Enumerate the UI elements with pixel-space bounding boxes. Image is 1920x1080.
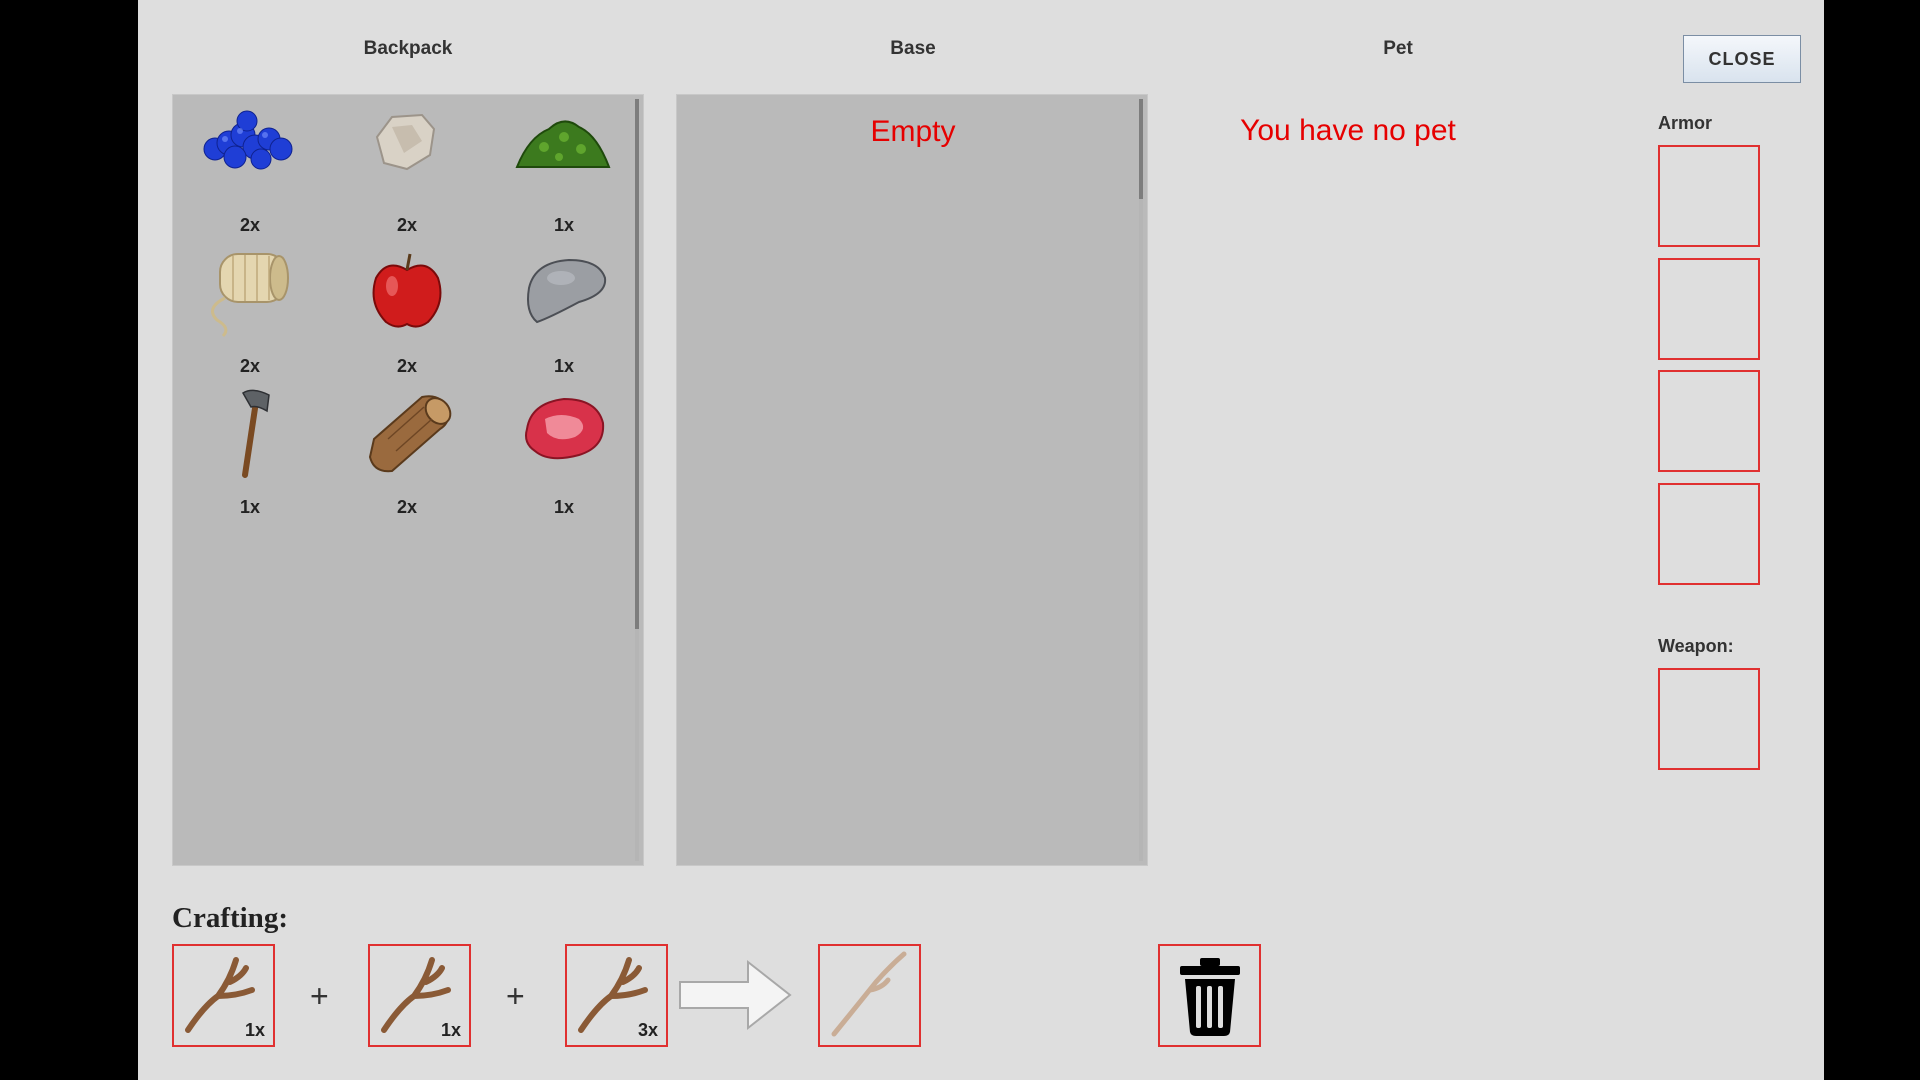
weapon-slot[interactable] xyxy=(1658,668,1760,770)
crafting-ingredient-slot-2[interactable]: 1x xyxy=(368,944,471,1047)
backpack-item-log[interactable]: 2x xyxy=(332,389,482,519)
item-qty: 2x xyxy=(239,215,261,235)
rope-spool-icon xyxy=(211,253,289,338)
backpack-item-apple[interactable]: 2x xyxy=(332,248,482,378)
blueberries-icon xyxy=(203,110,293,170)
stone-icon xyxy=(527,258,607,324)
arrow-right-icon xyxy=(679,959,792,1031)
base-panel[interactable]: Empty xyxy=(676,94,1148,866)
weapon-label: Weapon: xyxy=(1658,636,1734,656)
base-scrollbar[interactable] xyxy=(1139,99,1143,861)
backpack-scrollbar[interactable] xyxy=(635,99,639,861)
trash-icon xyxy=(1180,958,1240,1036)
inventory-window: Backpack Base Pet CLOSE 2x 2x 1x 2x 2x 1… xyxy=(138,0,1824,1080)
pet-title: Pet xyxy=(1383,38,1413,59)
base-title: Base xyxy=(890,38,936,59)
item-qty: 1x xyxy=(553,497,575,517)
item-qty: 2x xyxy=(396,497,418,517)
armor-slot-legs[interactable] xyxy=(1658,370,1760,472)
item-qty: 2x xyxy=(396,215,418,235)
backpack-title: Backpack xyxy=(363,38,453,59)
backpack-item-blueberries[interactable]: 2x xyxy=(175,107,325,237)
backpack-item-stone[interactable]: 1x xyxy=(489,248,639,378)
ingredient-qty: 3x xyxy=(637,1020,658,1040)
item-qty: 2x xyxy=(396,356,418,376)
base-scroll-thumb[interactable] xyxy=(1139,99,1143,199)
apple-icon xyxy=(372,253,442,328)
armor-label: Armor xyxy=(1658,113,1713,133)
pet-empty-message: You have no pet xyxy=(1240,114,1456,147)
flint-stone-icon xyxy=(375,113,436,171)
stick-icon xyxy=(831,951,907,1037)
backpack-item-axe[interactable]: 1x xyxy=(175,389,325,519)
ingredient-qty: 1x xyxy=(244,1020,265,1040)
plus-sign: + xyxy=(506,978,525,1014)
plus-sign: + xyxy=(310,978,329,1014)
wood-log-icon xyxy=(368,395,452,473)
armor-slot-feet[interactable] xyxy=(1658,483,1760,585)
item-qty: 1x xyxy=(239,497,261,517)
backpack-panel[interactable]: 2x 2x 1x 2x 2x 1x 1x 2x 1x xyxy=(172,94,644,866)
ingredient-qty: 1x xyxy=(440,1020,461,1040)
item-qty: 1x xyxy=(553,356,575,376)
item-qty: 2x xyxy=(239,356,261,376)
backpack-item-rope[interactable]: 2x xyxy=(175,248,325,378)
backpack-item-flint[interactable]: 2x xyxy=(332,107,482,237)
axe-icon xyxy=(241,389,270,478)
trash-button[interactable] xyxy=(1158,944,1261,1047)
armor-slot-chest[interactable] xyxy=(1658,258,1760,360)
crafting-ingredient-slot-3[interactable]: 3x xyxy=(565,944,668,1047)
backpack-scroll-thumb[interactable] xyxy=(635,99,639,629)
leaves-icon xyxy=(515,120,611,168)
crafting-title: Crafting: xyxy=(172,902,288,934)
backpack-item-leaves[interactable]: 1x xyxy=(489,107,639,237)
backpack-item-meat[interactable]: 1x xyxy=(489,389,639,519)
crafting-ingredient-slot-1[interactable]: 1x xyxy=(172,944,275,1047)
base-empty-message: Empty xyxy=(870,115,956,148)
armor-slot-head[interactable] xyxy=(1658,145,1760,247)
item-qty: 1x xyxy=(553,215,575,235)
raw-meat-icon xyxy=(525,397,605,460)
close-button[interactable]: CLOSE xyxy=(1683,35,1801,83)
crafting-result-slot[interactable] xyxy=(818,944,921,1047)
